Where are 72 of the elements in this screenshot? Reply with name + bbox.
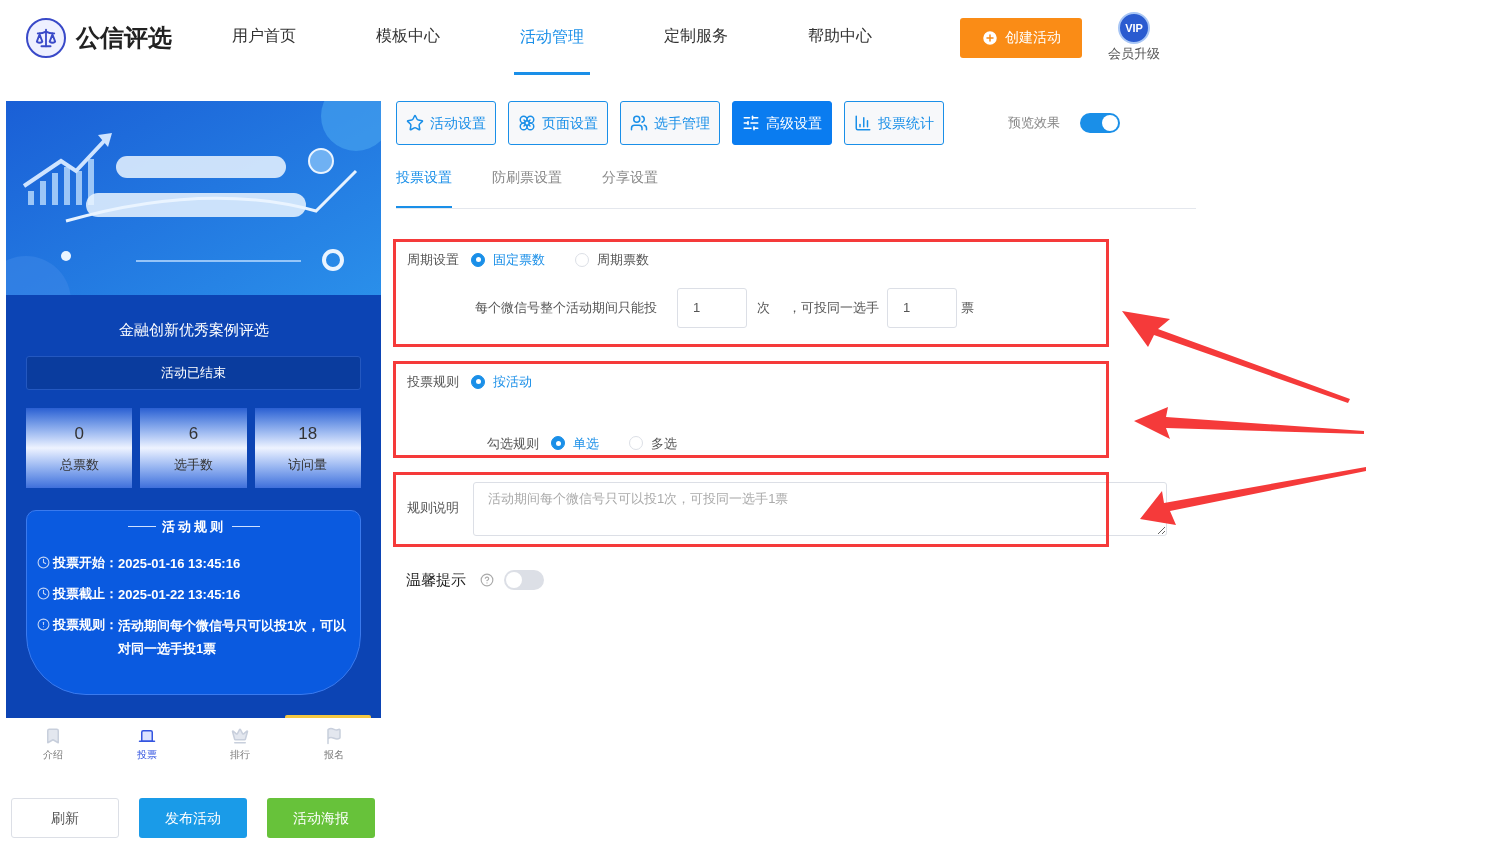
preview-tab[interactable]: 介绍 bbox=[6, 718, 100, 770]
rule-text: 2025-01-22 13:45:16 bbox=[118, 586, 241, 604]
activity-status: 活动已结束 bbox=[26, 355, 361, 390]
limit-text: ，可投同一选手 bbox=[788, 298, 879, 317]
unit-text: 次 bbox=[757, 298, 770, 317]
nav-link[interactable]: 模板中心 bbox=[370, 0, 446, 75]
activity-title: 金融创新优秀案例评选 bbox=[117, 320, 270, 340]
preview-tab[interactable]: 排行 bbox=[193, 718, 288, 770]
rule-label: 投票截止： bbox=[53, 585, 118, 603]
radio-option[interactable]: 多选 bbox=[629, 433, 677, 453]
tip-label: 温馨提示 bbox=[406, 570, 466, 590]
vip-badge[interactable]: VIP bbox=[1118, 11, 1150, 44]
radio-option[interactable]: 单选 bbox=[551, 433, 599, 453]
nav-link[interactable]: 定制服务 bbox=[658, 0, 734, 75]
settings-tab[interactable]: 分享设置 bbox=[602, 167, 658, 208]
settings-tab[interactable]: 投票设置 bbox=[396, 167, 452, 208]
preview-tab[interactable]: 报名 bbox=[287, 718, 381, 770]
vip-upgrade-label[interactable]: 会员升级 bbox=[1108, 43, 1160, 64]
field-label: 勾选规则 bbox=[487, 434, 539, 453]
radio-option[interactable]: 固定票数 bbox=[471, 250, 545, 270]
votes-input[interactable]: 1 bbox=[887, 287, 957, 328]
nav-link[interactable]: 用户首页 bbox=[226, 0, 302, 75]
bar-chart-icon bbox=[854, 114, 872, 132]
nav-link[interactable]: 活动管理 bbox=[514, 0, 590, 75]
stat-label: 选手数 bbox=[174, 455, 213, 474]
rule-label: 投票开始： bbox=[53, 554, 118, 572]
toolbar-button[interactable]: 页面设置 bbox=[508, 101, 608, 145]
preview-toggle-label: 预览效果 bbox=[1008, 114, 1060, 133]
plus-icon bbox=[981, 28, 999, 47]
radio-button[interactable] bbox=[471, 252, 485, 267]
stat-label: 总票数 bbox=[59, 455, 99, 474]
toolbar-button[interactable]: 高级设置 bbox=[732, 101, 832, 145]
help-icon bbox=[480, 573, 494, 588]
stat-value: 6 bbox=[188, 423, 199, 445]
field-label: 周期设置 bbox=[407, 251, 459, 269]
rules-title: 活动规则 bbox=[161, 517, 226, 536]
nav-link[interactable]: 帮助中心 bbox=[802, 0, 878, 75]
tip-toggle[interactable] bbox=[504, 570, 544, 591]
flower-icon bbox=[518, 114, 536, 132]
toolbar-button[interactable]: 投票统计 bbox=[844, 101, 944, 145]
times-input[interactable]: 1 bbox=[677, 287, 747, 328]
unit-text: 票 bbox=[961, 298, 974, 317]
crown-icon bbox=[231, 726, 250, 745]
sliders-icon bbox=[742, 114, 760, 132]
preview-tab[interactable]: 投票 bbox=[99, 718, 194, 770]
field-label: 规则说明 bbox=[407, 500, 459, 515]
rule-text: 2025-01-16 13:45:16 bbox=[118, 555, 241, 573]
rule-label: 投票规则： bbox=[53, 616, 118, 634]
brand-name: 公信评选 bbox=[76, 22, 172, 53]
stat-label: 访问量 bbox=[288, 455, 328, 474]
limit-text: 每个微信号整个活动期间只能投 bbox=[475, 298, 657, 317]
clock-icon bbox=[37, 556, 50, 569]
stat-value: 18 bbox=[298, 423, 318, 445]
info-icon bbox=[37, 618, 50, 631]
preview-action-button[interactable]: 刷新 bbox=[11, 798, 119, 838]
radio-option[interactable]: 按活动 bbox=[471, 372, 532, 392]
scales-logo-icon bbox=[26, 17, 66, 58]
radio-button[interactable] bbox=[551, 436, 565, 451]
toolbar-button[interactable]: 选手管理 bbox=[620, 101, 720, 145]
radio-option[interactable]: 周期票数 bbox=[575, 250, 649, 270]
radio-button[interactable] bbox=[471, 374, 485, 389]
stat-value: 0 bbox=[74, 423, 84, 445]
star-icon bbox=[406, 114, 424, 132]
field-label: 投票规则 bbox=[407, 373, 459, 391]
rule-text: 活动期间每个微信号只可以投1次，可以对同一选手投1票 bbox=[118, 617, 348, 658]
flag-icon bbox=[325, 726, 344, 745]
preview-action-button[interactable]: 发布活动 bbox=[139, 798, 247, 838]
users-icon bbox=[630, 114, 648, 132]
toolbar-button[interactable]: 活动设置 bbox=[396, 101, 496, 145]
clock-icon bbox=[37, 587, 50, 600]
settings-tab[interactable]: 防刷票设置 bbox=[492, 167, 562, 208]
preview-toggle[interactable] bbox=[1080, 113, 1120, 133]
